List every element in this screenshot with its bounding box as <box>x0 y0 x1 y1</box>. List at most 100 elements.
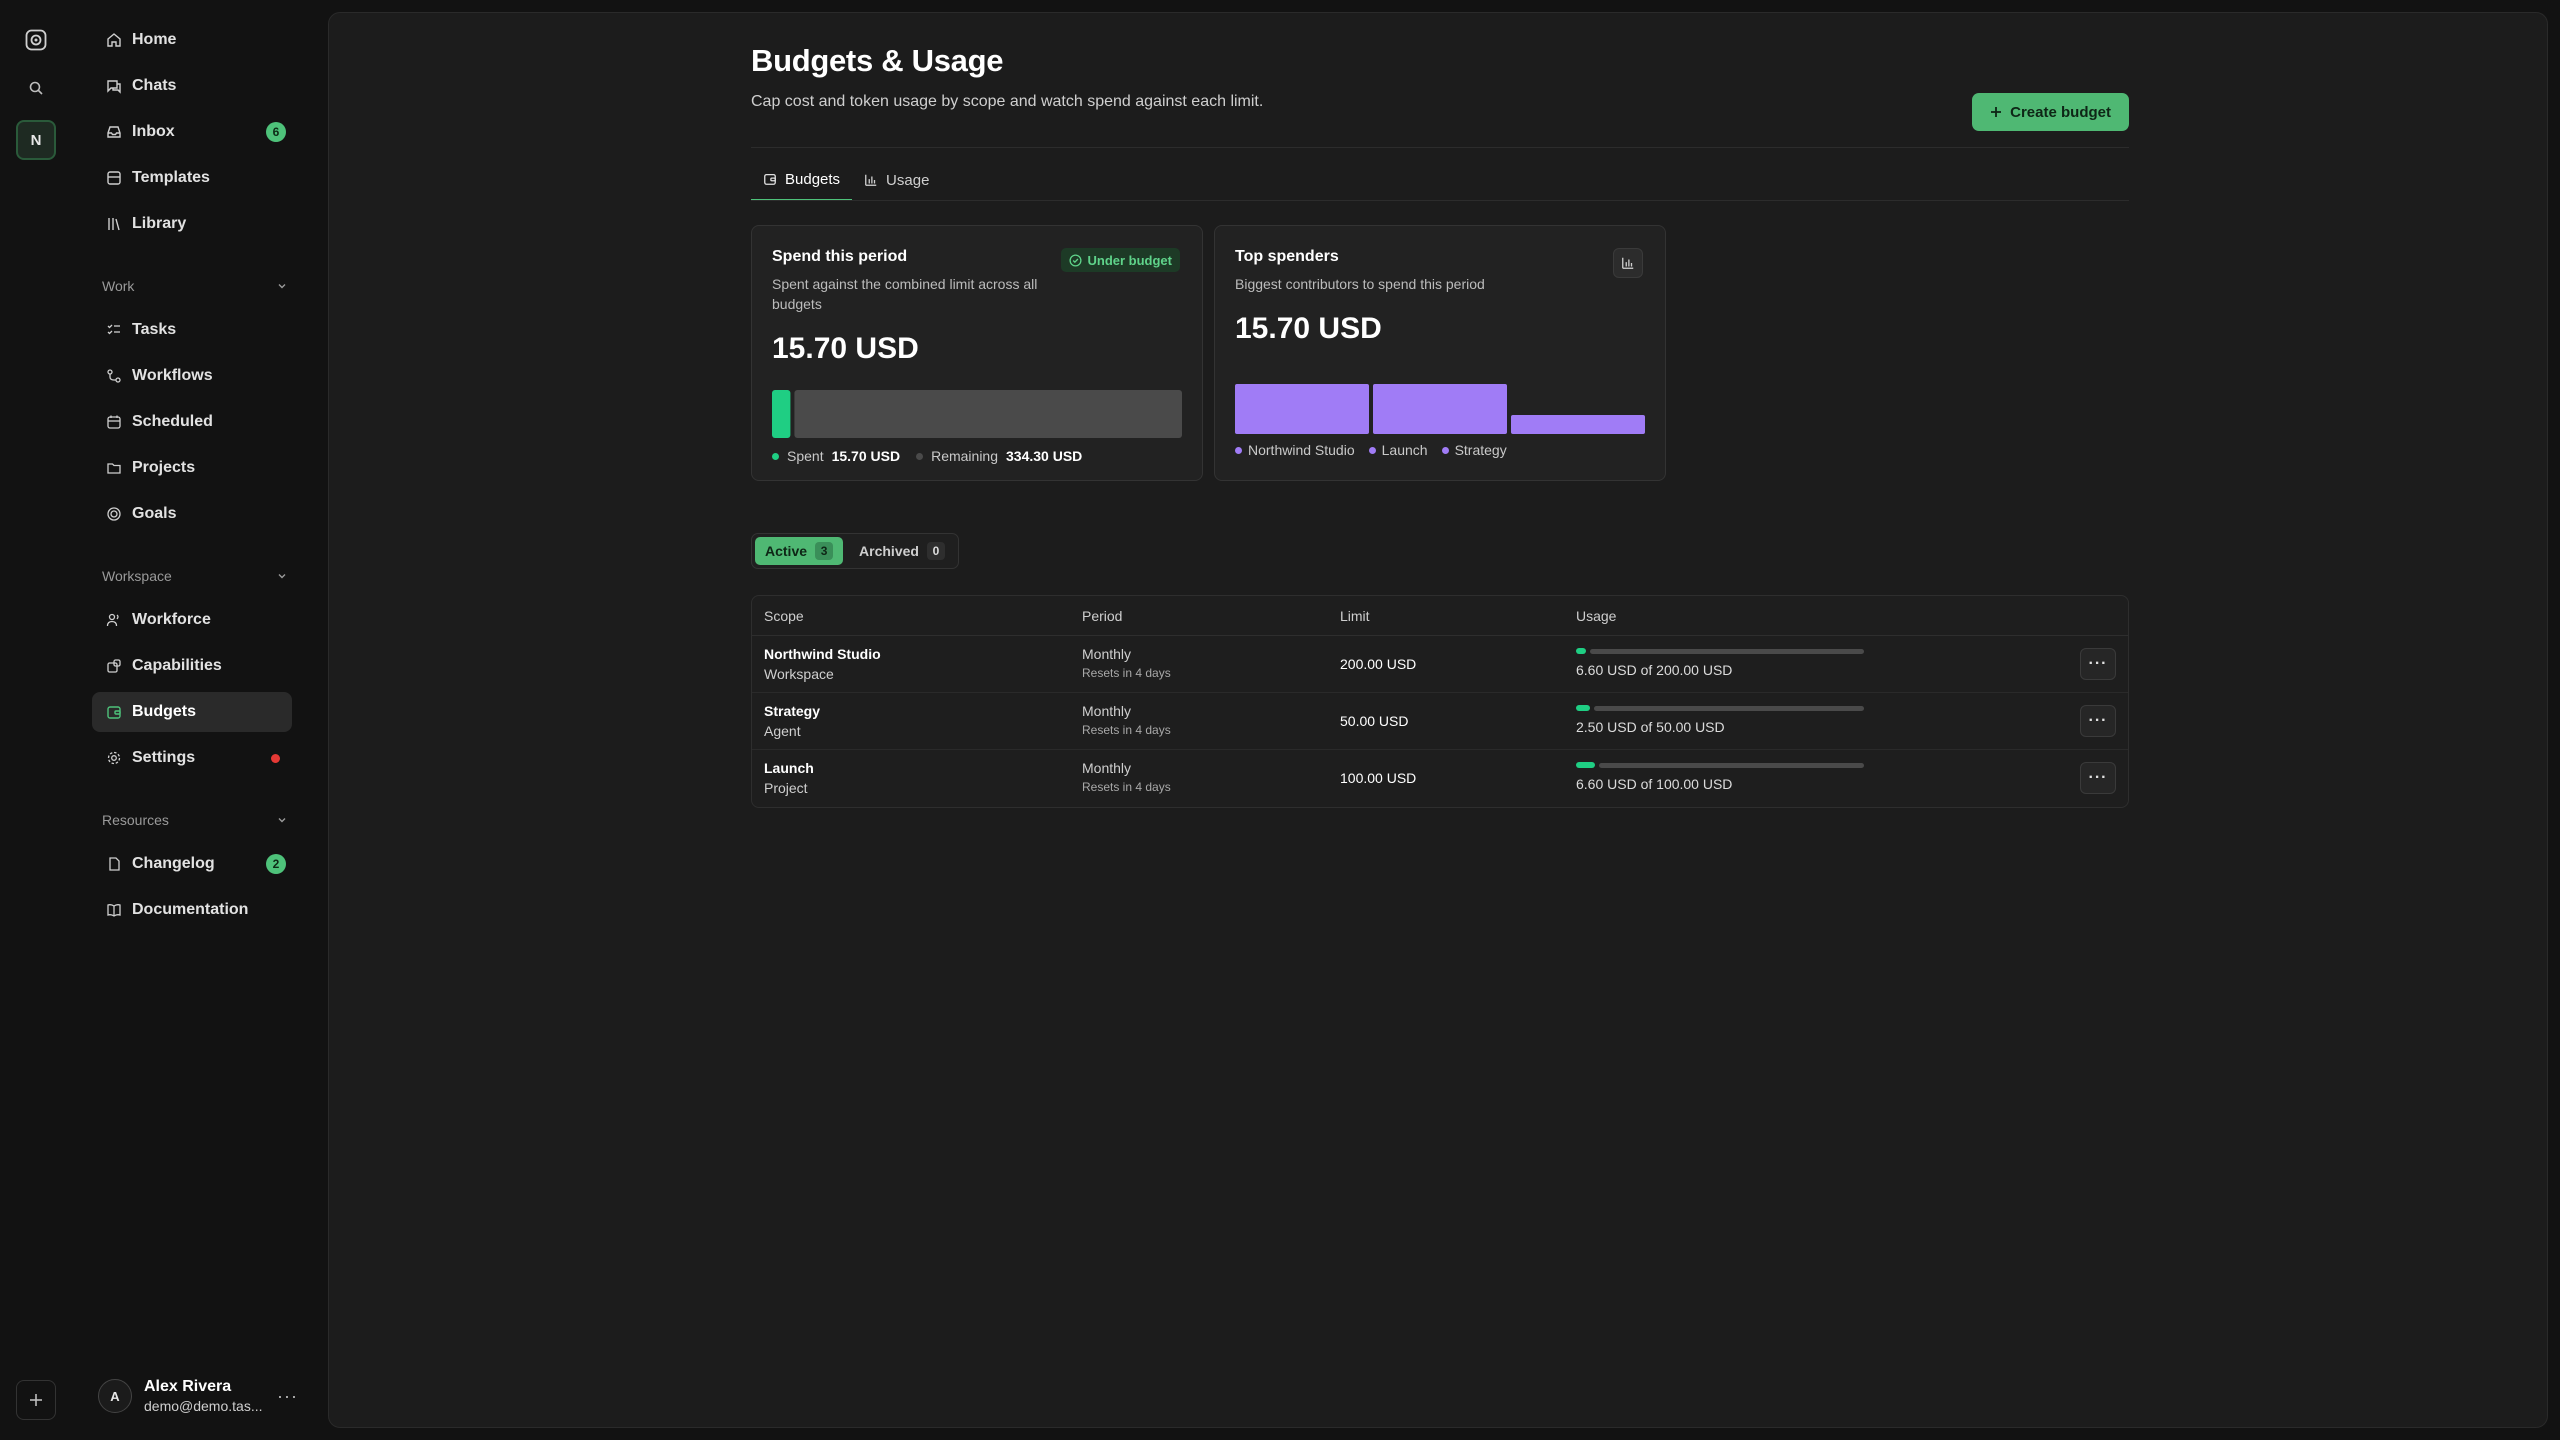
sidebar-item-label: Inbox <box>132 123 175 140</box>
sidebar-item-goals[interactable]: Goals <box>92 494 292 534</box>
usage-text: 6.60 USD of 100.00 USD <box>1576 776 1733 792</box>
period: Monthly <box>1082 760 1132 776</box>
active-count: 3 <box>815 542 834 560</box>
sidebar-item-workforce[interactable]: Workforce <box>92 600 292 640</box>
usage-bar <box>1576 648 1864 654</box>
sidebar-item-label: Scheduled <box>132 413 213 430</box>
tabs-divider <box>751 200 2129 201</box>
usage-bar-track <box>1594 705 1864 711</box>
spent-segment <box>772 390 791 438</box>
bar-chart-icon <box>865 174 877 186</box>
usage-bar-fill <box>1576 705 1591 711</box>
section-header-resources[interactable]: Resources <box>102 808 288 832</box>
filter-archived[interactable]: Archived 0 <box>849 537 955 565</box>
main-panel: Budgets & Usage Cap cost and token usage… <box>328 12 2548 1428</box>
sidebar-item-library[interactable]: Library <box>92 204 292 244</box>
period: Monthly <box>1082 703 1132 719</box>
puzzle-icon <box>107 659 121 673</box>
sidebar-item-label: Capabilities <box>132 657 222 674</box>
limit: 200.00 USD <box>1340 656 1417 672</box>
scope-type: Agent <box>764 723 801 739</box>
top-spenders-title: Top spenders <box>1235 248 1339 265</box>
scope-name: Northwind Studio <box>764 646 881 662</box>
sidebar: Home Chats Inbox 6 Templates Library Wor… <box>88 0 298 1440</box>
sidebar-item-home[interactable]: Home <box>92 20 292 60</box>
table-row[interactable]: Launch Project Monthly Resets in 4 days … <box>752 750 2128 807</box>
sidebar-item-templates[interactable]: Templates <box>92 158 292 198</box>
usage-bar <box>1576 762 1864 768</box>
sidebar-item-label: Chats <box>132 77 177 94</box>
sidebar-item-label: Projects <box>132 459 196 476</box>
tab-usage[interactable]: Usage <box>852 159 941 201</box>
section-header-workspace[interactable]: Workspace <box>102 564 288 588</box>
sidebar-item-inbox[interactable]: Inbox 6 <box>92 112 292 152</box>
user-profile[interactable]: A Alex Rivera demo@demo.tas... ··· <box>98 1368 298 1424</box>
chevron-down-icon <box>278 574 286 579</box>
more-icon[interactable]: ··· <box>277 1386 298 1407</box>
filter-active[interactable]: Active 3 <box>755 537 844 565</box>
top-spenders-amount: 15.70 USD <box>1235 312 1382 345</box>
library-icon <box>108 218 120 231</box>
legend-item: Strategy <box>1441 442 1507 458</box>
column-header-period: Period <box>1082 608 1123 624</box>
sidebar-item-tasks[interactable]: Tasks <box>92 310 292 350</box>
file-icon <box>109 857 120 871</box>
legend-label: Launch <box>1381 442 1428 458</box>
spend-progress-bar <box>772 390 1182 438</box>
sidebar-item-documentation[interactable]: Documentation <box>92 890 292 930</box>
sidebar-item-scheduled[interactable]: Scheduled <box>92 402 292 442</box>
legend-label: Strategy <box>1454 442 1507 458</box>
section-header-work[interactable]: Work <box>102 274 288 298</box>
app-rail: N <box>0 0 72 1440</box>
spend-legend: Spent 15.70 USD Remaining 334.30 USD <box>772 448 1182 464</box>
sidebar-item-label: Templates <box>132 169 210 186</box>
sidebar-item-chats[interactable]: Chats <box>92 66 292 106</box>
template-icon <box>107 171 121 185</box>
usage-bar-fill <box>1576 762 1595 768</box>
budgets-table: Scope Period Limit Usage Northwind Studi… <box>751 595 2129 808</box>
sidebar-item-settings[interactable]: Settings <box>92 738 292 778</box>
wallet-icon <box>764 173 776 185</box>
changelog-count-badge: 2 <box>266 854 286 874</box>
scope-type: Project <box>764 780 808 796</box>
spender-bar[interactable] <box>1373 384 1507 434</box>
table-row[interactable]: Strategy Agent Monthly Resets in 4 days … <box>752 693 2128 750</box>
settings-alert-dot <box>271 753 280 763</box>
top-spenders-subtitle: Biggest contributors to spend this perio… <box>1235 276 1485 292</box>
search-icon[interactable] <box>16 68 56 108</box>
sidebar-item-capabilities[interactable]: Capabilities <box>92 646 292 686</box>
row-actions-button[interactable]: ··· <box>2080 762 2116 794</box>
top-spenders-card: Top spenders Biggest contributors to spe… <box>1214 225 1666 481</box>
usage-text: 2.50 USD of 50.00 USD <box>1576 719 1725 735</box>
sidebar-item-label: Library <box>132 215 187 232</box>
sidebar-item-budgets[interactable]: Budgets <box>92 692 292 732</box>
table-row[interactable]: Northwind Studio Workspace Monthly Reset… <box>752 636 2128 693</box>
spent-legend-dot <box>772 452 779 460</box>
spender-bar[interactable] <box>1511 415 1645 434</box>
sidebar-item-label: Settings <box>132 749 196 766</box>
create-budget-button[interactable]: Create budget <box>1972 93 2129 131</box>
remaining-legend-dot <box>916 452 924 460</box>
reset-note: Resets in 4 days <box>1082 723 1171 737</box>
tab-budgets[interactable]: Budgets <box>751 159 853 201</box>
logo-icon[interactable] <box>16 20 56 60</box>
column-header-usage: Usage <box>1576 608 1617 624</box>
usage-bar-fill <box>1576 648 1586 654</box>
sidebar-item-projects[interactable]: Projects <box>92 448 292 488</box>
bar-chart-icon <box>1622 257 1634 269</box>
workspace-switcher[interactable]: N <box>16 120 56 160</box>
sidebar-item-workflows[interactable]: Workflows <box>92 356 292 396</box>
row-actions-button[interactable]: ··· <box>2080 705 2116 737</box>
sidebar-item-label: Documentation <box>132 901 249 918</box>
user-email: demo@demo.tas... <box>144 1398 263 1414</box>
sidebar-item-changelog[interactable]: Changelog 2 <box>92 844 292 884</box>
row-actions-button[interactable]: ··· <box>2080 648 2116 680</box>
target-icon <box>107 507 121 521</box>
chat-icon <box>107 80 121 94</box>
scope-name: Strategy <box>764 703 821 719</box>
spender-bar[interactable] <box>1235 384 1369 434</box>
add-workspace-button[interactable] <box>16 1380 56 1420</box>
chart-toggle-button[interactable] <box>1613 248 1643 278</box>
limit: 100.00 USD <box>1340 770 1417 786</box>
budgets-page: Budgets & Usage Cap cost and token usage… <box>751 43 2129 808</box>
